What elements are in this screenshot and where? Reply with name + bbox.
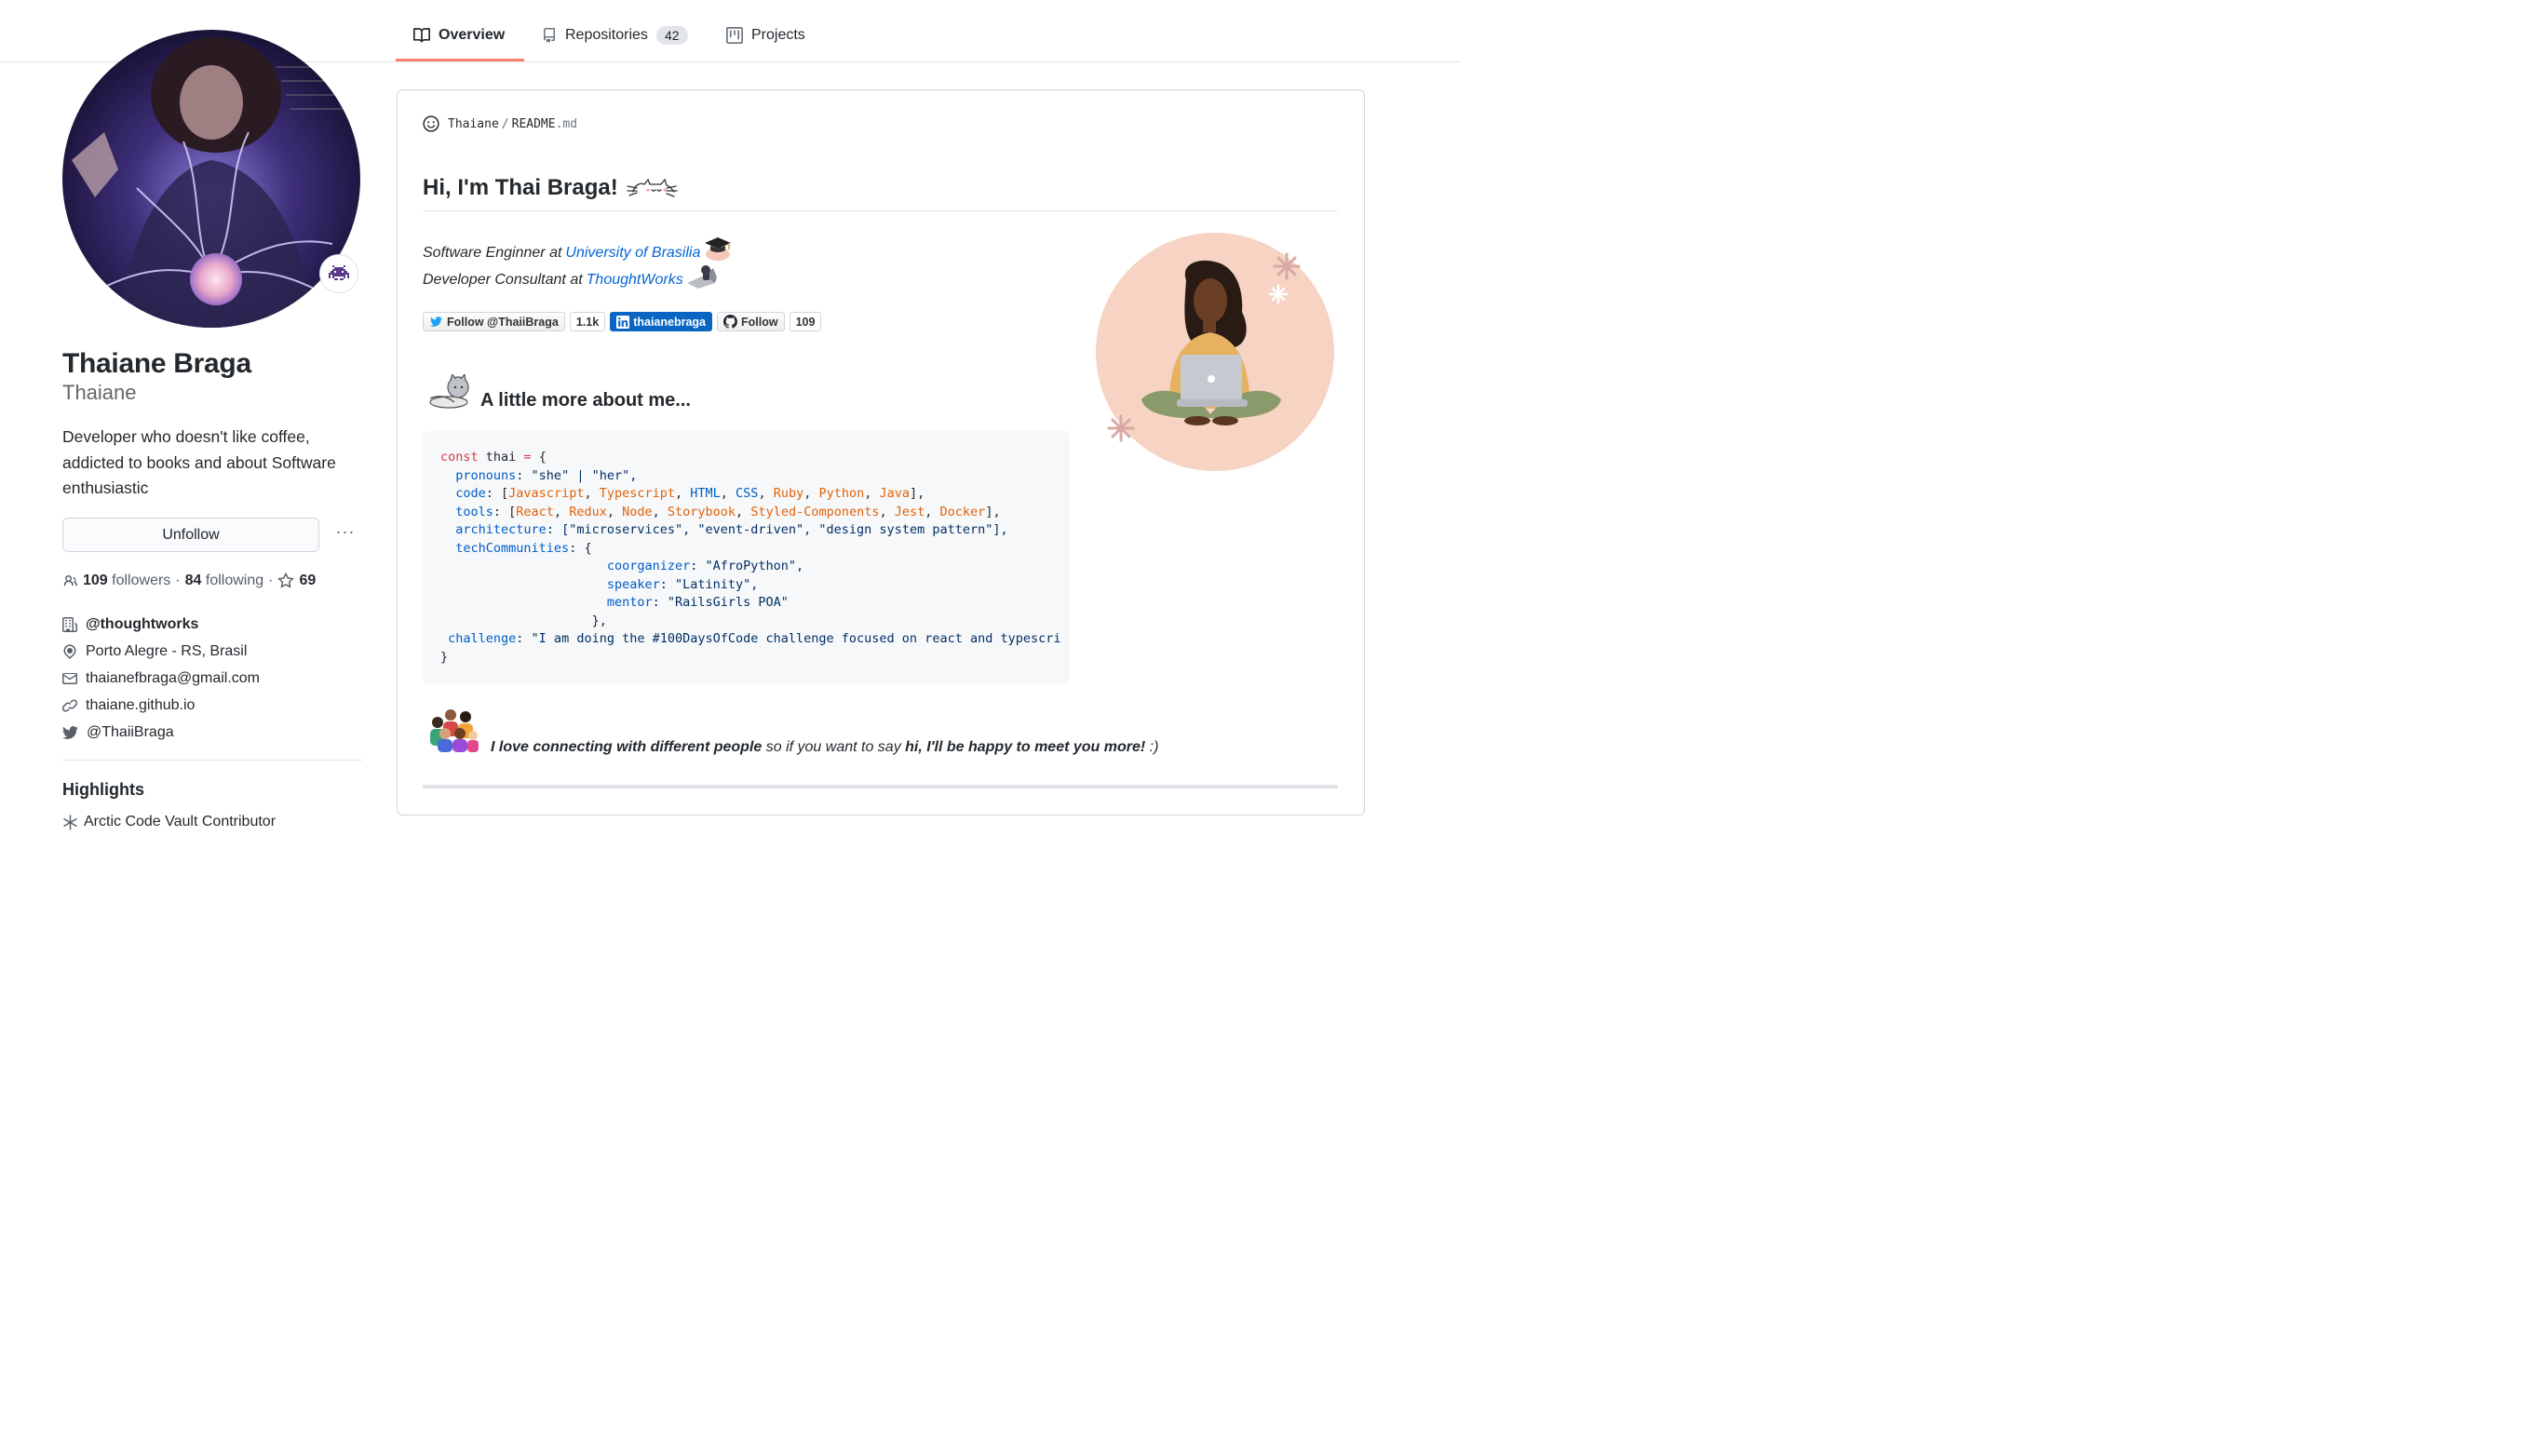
book-icon — [413, 28, 430, 43]
role-2-prefix: Developer Consultant at — [423, 272, 583, 288]
readme-path-separator: / — [501, 116, 509, 131]
readme-path: Thaiane / README .md — [423, 115, 577, 132]
status-emoji-button[interactable] — [319, 254, 358, 293]
tab-overview-label: Overview — [439, 27, 506, 43]
project-icon — [726, 27, 743, 44]
highlights-heading: Highlights — [62, 780, 144, 799]
avatar[interactable] — [62, 30, 360, 328]
diverse-people-icon — [426, 704, 480, 752]
website-link[interactable]: thaiane.github.io — [86, 697, 195, 714]
repo-icon — [544, 28, 555, 43]
profile-fullname: Thaiane Braga — [62, 348, 251, 379]
readme-file-base: README — [511, 116, 556, 131]
cat-doodle-icon — [627, 178, 678, 197]
readme-heading: Hi, I'm Thai Braga! — [423, 175, 678, 201]
twitter-bird-icon — [430, 317, 442, 327]
active-tab-underline — [396, 59, 524, 61]
star-icon — [277, 573, 295, 588]
profile-login: Thaiane — [62, 381, 137, 404]
unfollow-button[interactable]: Unfollow — [62, 518, 319, 552]
company-link[interactable]: @thoughtworks — [86, 616, 198, 633]
reading-cat-icon — [426, 372, 475, 411]
highlight-item: Arctic Code Vault Contributor — [62, 814, 276, 830]
vcard-email: thaianefbraga@gmail.com — [62, 668, 260, 689]
tab-overview[interactable]: Overview — [413, 20, 505, 50]
twitter-link[interactable]: @ThaiiBraga — [87, 724, 174, 741]
smiley-icon — [423, 115, 439, 132]
following-label: following — [205, 573, 264, 588]
stars-link[interactable]: 69 — [277, 573, 316, 589]
twitter-follow-badge[interactable]: Follow @ThaiiBraga — [423, 312, 565, 331]
university-link[interactable]: University of Brasilia — [565, 245, 700, 262]
location-text: Porto Alegre - RS, Brasil — [86, 643, 248, 659]
closing-mid: so if you want to say — [762, 739, 906, 755]
linkedin-icon — [616, 315, 630, 329]
vcard-company: @thoughtworks — [62, 614, 198, 635]
readme-bottom-rule — [423, 785, 1338, 789]
tab-projects-label: Projects — [751, 27, 805, 43]
snowflake-icon — [63, 814, 77, 830]
about-heading: A little more about me... — [480, 390, 691, 411]
followers-label: followers — [112, 573, 171, 588]
code-block: const thai = { pronouns: "she" | "her", … — [423, 431, 1070, 683]
twitter-count-badge: 1.1k — [569, 312, 606, 331]
role-line-2: Developer Consultant at ThoughtWorks — [423, 265, 719, 289]
stars-count: 69 — [299, 573, 317, 588]
mail-icon — [62, 673, 77, 684]
thoughtworks-link[interactable]: ThoughtWorks — [587, 272, 683, 289]
location-icon — [63, 644, 76, 659]
woman-laptop-illustration — [1095, 232, 1335, 472]
github-follow-label: Follow — [741, 315, 778, 329]
closing-bold-2: hi, I'll be happy to meet you more! — [905, 739, 1146, 755]
github-icon — [723, 315, 737, 329]
vcard-website: thaiane.github.io — [62, 695, 195, 716]
vcard-twitter: @ThaiiBraga — [62, 722, 174, 743]
tab-repositories[interactable]: Repositories 42 — [542, 20, 688, 50]
closing-bold-1: I love connecting with different people — [491, 739, 763, 755]
organization-icon — [62, 617, 77, 632]
followers-count: 109 — [83, 573, 108, 588]
github-follow-badge[interactable]: Follow — [717, 312, 785, 331]
role-1-prefix: Software Enginner at — [423, 245, 562, 261]
alien-monster-icon — [329, 265, 349, 280]
people-icon — [63, 574, 77, 586]
following-link[interactable]: 84 following — [185, 573, 264, 589]
twitter-icon — [62, 726, 78, 739]
social-badges: Follow @ThaiiBraga 1.1k thaianebraga Fol… — [423, 311, 826, 332]
profile-bio: Developer who doesn't like coffee, addic… — [62, 427, 336, 497]
follow-stats: 109 followers · 84 following · 69 — [62, 571, 316, 591]
code-content: const thai = { pronouns: "she" | "her", … — [440, 450, 1061, 665]
heading-rule — [423, 210, 1338, 211]
more-options-button[interactable]: ··· — [331, 523, 359, 546]
closing-message: I love connecting with different people … — [491, 739, 1158, 756]
role-line-1: Software Enginner at University of Brasi… — [423, 237, 734, 262]
vcard-location: Porto Alegre - RS, Brasil — [62, 641, 247, 662]
readme-file-ext: .md — [555, 116, 578, 131]
email-link[interactable]: thaianefbraga@gmail.com — [86, 670, 260, 687]
highlight-item-link[interactable]: Arctic Code Vault Contributor — [84, 814, 276, 830]
twitter-follow-label: Follow @ThaiiBraga — [447, 315, 559, 329]
linkedin-badge[interactable]: thaianebraga — [610, 312, 712, 331]
closing-end: :) — [1145, 739, 1159, 755]
graduation-cap-icon — [705, 237, 732, 261]
tab-repositories-label: Repositories — [565, 27, 648, 43]
github-count-badge: 109 — [789, 312, 822, 331]
linkedin-label: thaianebraga — [633, 315, 706, 329]
link-icon — [62, 699, 77, 712]
readme-heading-text: Hi, I'm Thai Braga! — [423, 175, 618, 200]
readme-owner-link[interactable]: Thaiane — [448, 117, 499, 131]
following-count: 84 — [184, 573, 202, 588]
sidebar-divider — [62, 760, 362, 761]
repositories-count-badge: 42 — [655, 26, 688, 45]
laptop-cat-icon — [686, 265, 717, 289]
tab-projects[interactable]: Projects — [726, 20, 805, 50]
followers-link[interactable]: 109 followers — [83, 573, 170, 589]
